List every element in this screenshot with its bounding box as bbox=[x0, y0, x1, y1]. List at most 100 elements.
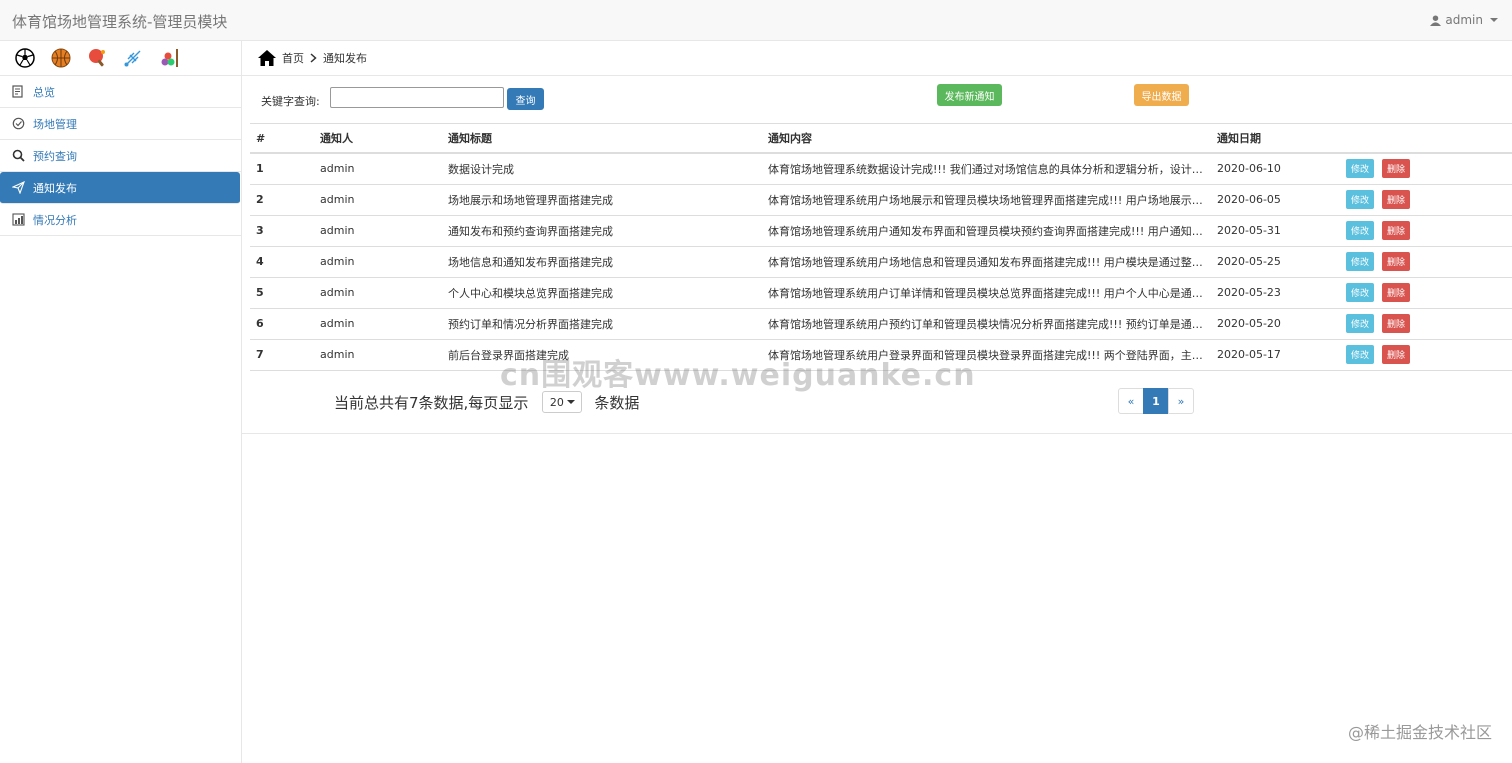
row-title: 个人中心和模块总览界面搭建完成 bbox=[442, 277, 762, 309]
table-row: 4 admin 场地信息和通知发布界面搭建完成 体育馆场地管理系统用户场地信息和管理员… bbox=[250, 246, 1512, 278]
row-date: 2020-05-31 bbox=[1211, 215, 1340, 247]
table-row: 5 admin 个人中心和模块总览界面搭建完成 体育馆场地管理系统用户订单详情和管理员… bbox=[250, 277, 1512, 309]
publish-notice-button[interactable]: 发布新通知 bbox=[937, 84, 1002, 106]
edit-button[interactable]: 修改 bbox=[1346, 283, 1375, 302]
table-header-row: # 通知人 通知标题 通知内容 通知日期 bbox=[250, 124, 1512, 154]
row-actions: 修改 删除 bbox=[1340, 246, 1512, 278]
search-button[interactable]: 查询 bbox=[507, 88, 544, 110]
delete-button[interactable]: 删除 bbox=[1382, 314, 1411, 333]
delete-button[interactable]: 删除 bbox=[1382, 190, 1411, 209]
billiards-icon[interactable] bbox=[158, 47, 180, 69]
breadcrumb-current: 通知发布 bbox=[323, 52, 367, 65]
chart-report-icon bbox=[11, 213, 25, 227]
row-content: 体育馆场地管理系统用户订单详情和管理员模块总览界面搭建完成!!! 用户个人中心是… bbox=[762, 277, 1211, 309]
delete-button[interactable]: 删除 bbox=[1382, 252, 1411, 271]
row-actions: 修改 删除 bbox=[1340, 308, 1512, 340]
watermark: cn围观客www.weiguanke.cn bbox=[500, 358, 976, 393]
check-circle-icon bbox=[11, 117, 25, 131]
row-date: 2020-06-10 bbox=[1211, 153, 1340, 185]
delete-button[interactable]: 删除 bbox=[1382, 283, 1411, 302]
delete-button[interactable]: 删除 bbox=[1382, 221, 1411, 240]
page-button-current[interactable]: 1 bbox=[1143, 388, 1169, 414]
breadcrumb: 首页 通知发布 bbox=[242, 41, 1512, 76]
content-divider bbox=[242, 433, 1512, 434]
edit-button[interactable]: 修改 bbox=[1346, 159, 1375, 179]
row-content: 体育馆场地管理系统数据设计完成!!! 我们通过对场馆信息的具体分析和逻辑分析，设… bbox=[762, 153, 1211, 185]
sidebar: 总览 场地管理 预约查询 通知发布 情况分析 bbox=[0, 41, 242, 763]
row-author: admin bbox=[314, 277, 442, 309]
column-header-actions bbox=[1340, 124, 1512, 154]
user-menu[interactable]: admin bbox=[1430, 13, 1498, 27]
sidebar-item-label: 场地管理 bbox=[33, 117, 77, 131]
corner-watermark: @稀土掘金技术社区 bbox=[1347, 723, 1492, 742]
row-date: 2020-06-05 bbox=[1211, 184, 1340, 216]
export-data-button[interactable]: 导出数据 bbox=[1134, 84, 1189, 106]
paper-plane-icon bbox=[11, 181, 25, 195]
chevron-down-icon bbox=[566, 400, 575, 404]
edit-button[interactable]: 修改 bbox=[1346, 314, 1375, 333]
sport-icons-bar bbox=[0, 41, 241, 76]
edit-button[interactable]: 修改 bbox=[1346, 221, 1375, 240]
app-title[interactable]: 体育馆场地管理系统-管理员模块 bbox=[12, 11, 227, 32]
prev-page-button[interactable]: « bbox=[1118, 388, 1144, 414]
row-title: 场地信息和通知发布界面搭建完成 bbox=[442, 246, 762, 278]
badminton-icon[interactable] bbox=[122, 47, 144, 69]
ping-pong-icon[interactable] bbox=[86, 47, 108, 69]
row-date: 2020-05-20 bbox=[1211, 308, 1340, 340]
row-title: 数据设计完成 bbox=[442, 153, 762, 185]
sidebar-item-label: 总览 bbox=[33, 85, 55, 99]
row-content: 体育馆场地管理系统用户通知发布界面和管理员模块预约查询界面搭建完成!!! 用户通… bbox=[762, 215, 1211, 247]
sidebar-item-label: 情况分析 bbox=[33, 213, 77, 227]
table-row: 2 admin 场地展示和场地管理界面搭建完成 体育馆场地管理系统用户场地展示和管理员… bbox=[250, 184, 1512, 216]
soccer-ball-icon[interactable] bbox=[14, 47, 36, 69]
row-actions: 修改 删除 bbox=[1340, 184, 1512, 216]
row-date: 2020-05-25 bbox=[1211, 246, 1340, 278]
sidebar-item-notice-publish[interactable]: 通知发布 bbox=[0, 172, 240, 204]
row-index: 6 bbox=[250, 308, 314, 340]
summary-suffix: 条数据 bbox=[594, 393, 640, 412]
breadcrumb-home[interactable]: 首页 bbox=[282, 50, 304, 66]
column-header-title: 通知标题 bbox=[442, 124, 762, 154]
edit-button[interactable]: 修改 bbox=[1346, 345, 1375, 364]
sidebar-item-venue-management[interactable]: 场地管理 bbox=[0, 108, 241, 140]
top-navbar: 体育馆场地管理系统-管理员模块 admin bbox=[0, 0, 1512, 41]
row-author: admin bbox=[314, 184, 442, 216]
row-index: 4 bbox=[250, 246, 314, 278]
column-header-content: 通知内容 bbox=[762, 124, 1211, 154]
sidebar-item-label: 预约查询 bbox=[33, 149, 77, 163]
sidebar-item-analysis[interactable]: 情况分析 bbox=[0, 204, 241, 236]
row-author: admin bbox=[314, 153, 442, 185]
home-icon[interactable] bbox=[258, 50, 276, 66]
sidebar-item-booking-query[interactable]: 预约查询 bbox=[0, 140, 241, 172]
row-content: 体育馆场地管理系统用户预约订单和管理员模块情况分析界面搭建完成!!! 预约订单是… bbox=[762, 308, 1211, 340]
basketball-icon[interactable] bbox=[50, 47, 72, 69]
row-title: 通知发布和预约查询界面搭建完成 bbox=[442, 215, 762, 247]
page-size-select[interactable]: 20 bbox=[542, 391, 583, 413]
sidebar-item-label: 通知发布 bbox=[33, 181, 77, 195]
username: admin bbox=[1445, 13, 1483, 27]
toolbar: 关键字查询: 查询 发布新通知 导出数据 bbox=[250, 76, 1512, 124]
next-page-button[interactable]: » bbox=[1168, 388, 1194, 414]
row-date: 2020-05-23 bbox=[1211, 277, 1340, 309]
keyword-search-input[interactable] bbox=[330, 87, 504, 108]
row-index: 7 bbox=[250, 339, 314, 371]
edit-button[interactable]: 修改 bbox=[1346, 252, 1375, 271]
search-icon bbox=[11, 149, 25, 163]
table-row: 6 admin 预约订单和情况分析界面搭建完成 体育馆场地管理系统用户预约订单和管理员… bbox=[250, 308, 1512, 340]
row-index: 2 bbox=[250, 184, 314, 216]
row-title: 场地展示和场地管理界面搭建完成 bbox=[442, 184, 762, 216]
row-author: admin bbox=[314, 339, 442, 371]
page-size-value: 20 bbox=[549, 395, 564, 409]
edit-button[interactable]: 修改 bbox=[1346, 190, 1375, 209]
row-title: 预约订单和情况分析界面搭建完成 bbox=[442, 308, 762, 340]
row-author: admin bbox=[314, 215, 442, 247]
dashboard-icon bbox=[11, 85, 25, 99]
row-content: 体育馆场地管理系统用户场地信息和管理员通知发布界面搭建完成!!! 用户模块是通过… bbox=[762, 246, 1211, 278]
notice-table: # 通知人 通知标题 通知内容 通知日期 1 admin 数据设计完成 体育馆场地管理… bbox=[250, 124, 1512, 371]
delete-button[interactable]: 删除 bbox=[1382, 345, 1411, 364]
sidebar-item-overview[interactable]: 总览 bbox=[0, 76, 241, 108]
column-header-index: # bbox=[250, 124, 314, 154]
pagination: « 1 » bbox=[1118, 388, 1194, 414]
delete-button[interactable]: 删除 bbox=[1382, 159, 1411, 179]
summary-prefix: 当前总共有7条数据,每页显示 bbox=[334, 393, 529, 412]
